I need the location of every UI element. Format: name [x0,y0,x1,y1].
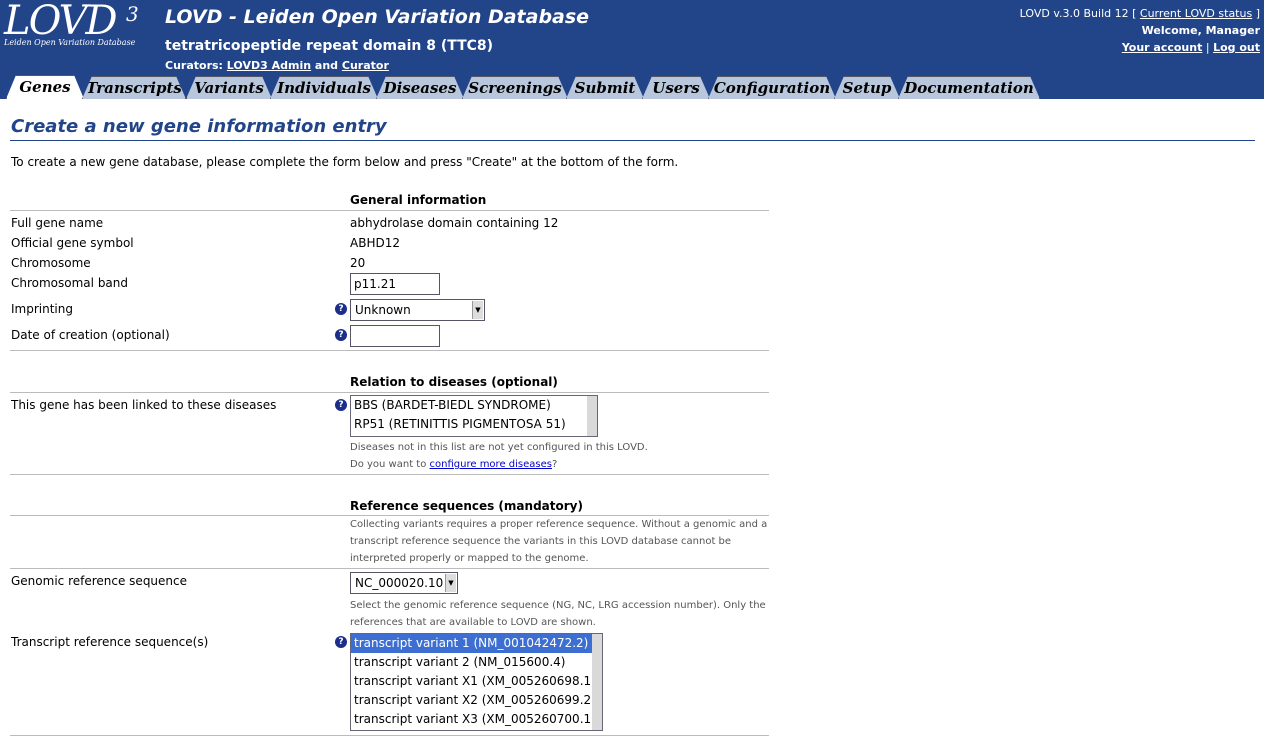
logo-superscript: 3 [126,2,139,26]
genomic-refseq-select[interactable]: NC_000020.10 ▼ [350,572,458,594]
version-line: LOVD v.3.0 Build 12 [ Current LOVD statu… [1020,5,1260,22]
page-title: Create a new gene information entry [11,116,387,137]
header-bar: LOVD 3 Leiden Open Variation Database LO… [0,0,1264,74]
link-separator: | [1205,41,1210,54]
linked-diseases-label: This gene has been linked to these disea… [11,398,277,412]
curators-line: Curators: LOVD3 Admin and Curator [165,59,389,72]
diseases-note-line1: Diseases not in this list are not yet co… [350,442,648,453]
diseases-note: Diseases not in this list are not yet co… [350,439,770,473]
imprinting-selected-value: Unknown [355,303,411,317]
transcript-refseq-label: Transcript reference sequence(s) [11,635,209,649]
section-divider [10,474,769,475]
chevron-down-icon: ▼ [472,301,483,319]
tab-documentation[interactable]: Documentation [898,76,1040,99]
section-divider [10,735,769,736]
section-divider [10,210,769,211]
imprinting-select[interactable]: Unknown ▼ [350,299,485,321]
refseq-intro: Collecting variants requires a proper re… [350,519,768,564]
logo-tagline: Leiden Open Variation Database [4,38,136,47]
title-divider [10,140,1255,141]
question-mark-icon[interactable]: ? [335,329,347,341]
tab-transcripts[interactable]: Transcripts [82,76,186,99]
section-divider [10,392,769,393]
chromosome-value: 20 [350,256,366,270]
diseases-note-post: ? [551,459,558,470]
date-of-creation-label: Date of creation (optional) [11,328,170,342]
page-intro: To create a new gene database, please co… [11,155,679,169]
genomic-refseq-selected-value: NC_000020.10 [355,576,444,590]
section-divider [10,350,769,351]
full-gene-name-label: Full gene name [11,216,104,230]
chevron-down-icon: ▼ [445,574,456,592]
gene-symbol-value: ABHD12 [350,236,400,250]
curators-and: and [314,59,339,72]
question-mark-icon[interactable]: ? [335,399,347,411]
imprinting-label: Imprinting [11,302,73,316]
section-general-heading: General information [350,193,487,207]
app-title: LOVD - Leiden Open Variation Database [165,6,590,28]
transcript-option[interactable]: transcript variant X2 (XM_005260699.2) [351,691,602,710]
tab-individuals[interactable]: Individuals [270,76,378,99]
diseases-note-pre: Do you want to [350,459,427,470]
chromosome-label: Chromosome [11,256,91,270]
tab-configuration[interactable]: Configuration [708,76,836,99]
curator-link-admin[interactable]: LOVD3 Admin [227,59,311,72]
logout-link[interactable]: Log out [1213,41,1260,54]
tab-genes[interactable]: Genes [6,75,84,99]
version-text: LOVD v.3.0 Build 12 [ [1019,7,1137,20]
listbox-scrollbar[interactable] [587,396,597,436]
tab-bar: Genes Transcripts Variants Individuals D… [0,74,1264,99]
tab-diseases[interactable]: Diseases [376,76,464,99]
diseases-note-line2: Do you want to configure more diseases? [350,456,770,473]
disease-option[interactable]: BBS (BARDET-BIEDL SYNDROME) [351,396,597,415]
date-of-creation-input[interactable] [350,325,440,347]
section-diseases-heading: Relation to diseases (optional) [350,375,558,389]
disease-option[interactable]: RP51 (RETINITTIS PIGMENTOSA 51) [351,415,597,434]
linked-diseases-listbox[interactable]: BBS (BARDET-BIEDL SYNDROME) RP51 (RETINI… [350,395,598,437]
chromosomal-band-label: Chromosomal band [11,276,129,290]
user-panel: LOVD v.3.0 Build 12 [ Current LOVD statu… [1020,5,1260,56]
tab-screenings[interactable]: Screenings [462,76,568,99]
curators-prefix: Curators: [165,59,223,72]
question-mark-icon[interactable]: ? [335,636,347,648]
tab-submit[interactable]: Submit [566,76,644,99]
tab-setup[interactable]: Setup [834,76,900,99]
transcript-refseq-listbox[interactable]: transcript variant 1 (NM_001042472.2) tr… [350,633,603,731]
genomic-refseq-label: Genomic reference sequence [11,574,188,588]
gene-title: tetratricopeptide repeat domain 8 (TTC8) [165,38,494,54]
configure-diseases-link[interactable]: configure more diseases [430,459,552,470]
welcome-text: Welcome, Manager [1141,24,1260,37]
transcript-option[interactable]: transcript variant 2 (NM_015600.4) [351,653,602,672]
section-divider [10,568,769,569]
lovd-status-link[interactable]: Current LOVD status [1140,7,1252,20]
version-close: ] [1255,7,1260,20]
listbox-scrollbar[interactable] [592,634,602,730]
genomic-refseq-note: Select the genomic reference sequence (N… [350,600,766,628]
tab-users[interactable]: Users [642,76,710,99]
section-refseq-heading: Reference sequences (mandatory) [350,499,583,513]
gene-symbol-label: Official gene symbol [11,236,134,250]
transcript-option[interactable]: transcript variant 1 (NM_001042472.2) [351,634,602,653]
curator-link-curator[interactable]: Curator [342,59,389,72]
full-gene-name-value: abhydrolase domain containing 12 [350,216,559,230]
transcript-option[interactable]: transcript variant X3 (XM_005260700.1) [351,710,602,729]
tab-variants[interactable]: Variants [186,76,272,99]
transcript-option[interactable]: transcript variant X1 (XM_005260698.1) [351,672,602,691]
account-links: Your account | Log out [1020,39,1260,56]
your-account-link[interactable]: Your account [1122,41,1203,54]
question-mark-icon[interactable]: ? [335,303,347,315]
chromosomal-band-input[interactable]: p11.21 [350,273,440,295]
lovd-logo[interactable]: LOVD 3 Leiden Open Variation Database [4,0,154,52]
